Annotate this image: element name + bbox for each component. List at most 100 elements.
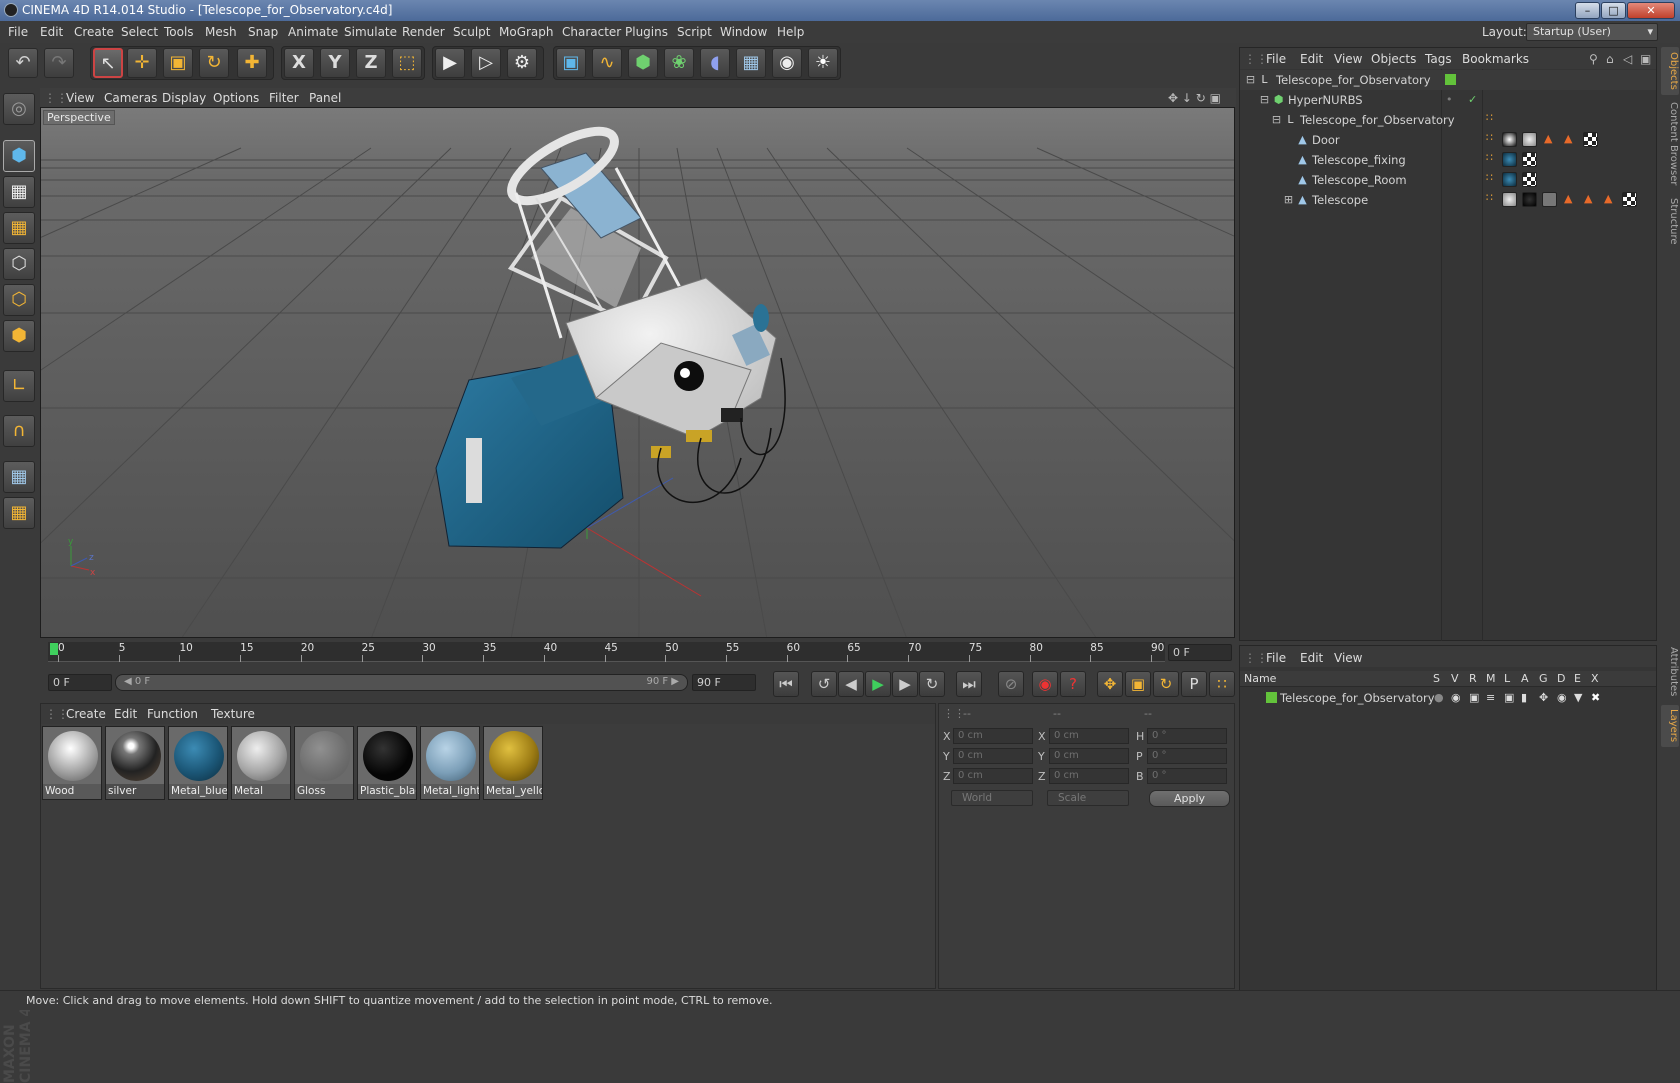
- next-key-button[interactable]: ↻: [919, 671, 945, 697]
- uvw-tag[interactable]: [1522, 152, 1537, 167]
- step-forward-button[interactable]: ▶: [892, 671, 918, 697]
- menu-tools[interactable]: Tools: [164, 25, 194, 39]
- apply-button[interactable]: Apply: [1149, 790, 1230, 807]
- texture-tag-icon[interactable]: ▲: [1544, 132, 1552, 145]
- animation-toggle-icon[interactable]: ▮: [1521, 691, 1527, 704]
- expression-toggle-icon[interactable]: ▼: [1574, 691, 1582, 704]
- object-row[interactable]: ⊟ L Telescope_for_Observatory ∷: [1240, 110, 1656, 130]
- tag-phong-icon[interactable]: ∷: [1486, 111, 1493, 124]
- tab-objects[interactable]: Objects: [1661, 47, 1679, 95]
- position-x-field[interactable]: 0 cm: [953, 728, 1033, 744]
- column-generators[interactable]: G: [1539, 672, 1548, 685]
- object-name[interactable]: HyperNURBS: [1288, 93, 1363, 107]
- end-frame-field[interactable]: 90 F: [692, 674, 756, 691]
- search-icon[interactable]: ⚲: [1589, 52, 1598, 66]
- tab-structure[interactable]: Structure: [1661, 193, 1679, 249]
- manager-toggle-icon[interactable]: ≡: [1486, 691, 1495, 704]
- objects-menu-objects[interactable]: Objects: [1371, 52, 1416, 66]
- size-z-field[interactable]: 0 cm: [1049, 768, 1129, 784]
- camera-button[interactable]: ◉: [772, 48, 802, 78]
- snap-magnet-button[interactable]: ∩: [3, 415, 35, 447]
- play-button[interactable]: ▶: [865, 671, 891, 697]
- material-metal-blue[interactable]: Metal_blue: [168, 726, 228, 800]
- points-mode-button[interactable]: ⬡: [3, 248, 35, 280]
- close-button[interactable]: ✕: [1627, 2, 1675, 19]
- tag-phong-icon[interactable]: ∷: [1486, 191, 1493, 204]
- material-silver[interactable]: silver: [105, 726, 165, 800]
- key-scale-button[interactable]: ▣: [1125, 671, 1151, 697]
- column-name[interactable]: Name: [1244, 672, 1276, 685]
- material-metal-yellow[interactable]: Metal_yello: [483, 726, 543, 800]
- tab-content-browser[interactable]: Content Browser: [1661, 99, 1679, 189]
- texture-tag-icon[interactable]: ▲: [1604, 192, 1612, 205]
- layer-name[interactable]: Telescope_for_Observatory: [1280, 691, 1435, 705]
- array-button[interactable]: ❀: [664, 48, 694, 78]
- menu-create[interactable]: Create: [74, 25, 114, 39]
- material-wood[interactable]: Wood: [42, 726, 102, 800]
- deformer-toggle-icon[interactable]: ◉: [1557, 691, 1567, 704]
- key-points-button[interactable]: ∷: [1209, 671, 1235, 697]
- model-mode-button[interactable]: ⬢: [3, 140, 35, 172]
- material-tag[interactable]: [1502, 172, 1517, 187]
- minimize-button[interactable]: –: [1575, 2, 1600, 19]
- tree-expand-icon[interactable]: ⊞: [1282, 193, 1295, 206]
- tag-phong-icon[interactable]: ∷: [1486, 131, 1493, 144]
- object-name[interactable]: Telescope_Room: [1312, 173, 1407, 187]
- move-tool-button[interactable]: ✛: [127, 48, 157, 78]
- menu-edit[interactable]: Edit: [40, 25, 63, 39]
- material-menu-create[interactable]: Create: [66, 707, 106, 721]
- lock-icon[interactable]: ▣: [1504, 691, 1514, 704]
- back-icon[interactable]: ◁: [1623, 52, 1632, 66]
- render-settings-button[interactable]: ⚙: [507, 48, 537, 78]
- view-eye-icon[interactable]: ◉: [1451, 691, 1461, 704]
- autokey-button[interactable]: ?: [1060, 671, 1086, 697]
- column-solo[interactable]: S: [1433, 672, 1440, 685]
- object-row[interactable]: ⊞ ▲ Telescope ∷ ▲ ▲ ▲: [1240, 190, 1656, 210]
- step-back-button[interactable]: ◀: [838, 671, 864, 697]
- uvw-tag[interactable]: [1583, 132, 1598, 147]
- objects-menu-tags[interactable]: Tags: [1425, 52, 1452, 66]
- object-name[interactable]: Telescope: [1312, 193, 1368, 207]
- object-row[interactable]: ⊟ ⬢ HyperNURBS • ✓: [1240, 90, 1656, 110]
- xref-toggle-icon[interactable]: ✖: [1591, 691, 1600, 704]
- object-row[interactable]: ⊟ L Telescope_for_Observatory: [1240, 70, 1656, 90]
- layers-menu-file[interactable]: File: [1266, 651, 1286, 665]
- material-tag[interactable]: [1502, 152, 1517, 167]
- z-axis-lock-button[interactable]: Z: [356, 48, 386, 78]
- perspective-viewport[interactable]: y x z Perspective: [40, 107, 1235, 638]
- menu-window[interactable]: Window: [720, 25, 767, 39]
- column-render[interactable]: R: [1469, 672, 1477, 685]
- layers-menu-view[interactable]: View: [1334, 651, 1362, 665]
- texture-tag-icon[interactable]: ▲: [1584, 192, 1592, 205]
- tab-layers[interactable]: Layers: [1661, 705, 1679, 747]
- polygons-mode-button[interactable]: ⬢: [3, 320, 35, 352]
- menu-render[interactable]: Render: [402, 25, 445, 39]
- scale-tool-button[interactable]: ▣: [163, 48, 193, 78]
- viewport-menu-view[interactable]: View: [66, 91, 94, 105]
- material-tag[interactable]: [1522, 132, 1537, 147]
- size-mode-select[interactable]: Scale: [1047, 790, 1129, 806]
- coordinate-space-select[interactable]: World: [951, 790, 1033, 806]
- undo-button[interactable]: ↶: [8, 48, 38, 78]
- material-menu-texture[interactable]: Texture: [211, 707, 255, 721]
- object-row[interactable]: ▲ Door ∷ ▲ ▲: [1240, 130, 1656, 150]
- objects-menu-file[interactable]: File: [1266, 52, 1286, 66]
- enabled-check-icon[interactable]: ✓: [1468, 93, 1477, 106]
- column-xref[interactable]: X: [1591, 672, 1599, 685]
- tree-collapse-icon[interactable]: ⊟: [1258, 93, 1271, 106]
- material-metal-light[interactable]: Metal_light: [420, 726, 480, 800]
- solo-toggle-icon[interactable]: ●: [1434, 691, 1444, 704]
- menu-simulate[interactable]: Simulate: [344, 25, 397, 39]
- spline-button[interactable]: ∿: [592, 48, 622, 78]
- cube-object-button[interactable]: ▣: [556, 48, 586, 78]
- edges-mode-button[interactable]: ⬡: [3, 284, 35, 316]
- select-tool-button[interactable]: ↖: [93, 48, 123, 78]
- rotation-b-field[interactable]: 0 °: [1147, 768, 1227, 784]
- generator-toggle-icon[interactable]: ✥: [1539, 691, 1548, 704]
- menu-help[interactable]: Help: [777, 25, 804, 39]
- preview-range-slider[interactable]: ◀ 0 F 90 F ▶: [115, 674, 688, 691]
- tab-attributes[interactable]: Attributes: [1661, 643, 1679, 701]
- panel-menu-icon[interactable]: ▣: [1640, 52, 1651, 66]
- objects-menu-edit[interactable]: Edit: [1300, 52, 1323, 66]
- render-region-button[interactable]: ▷: [471, 48, 501, 78]
